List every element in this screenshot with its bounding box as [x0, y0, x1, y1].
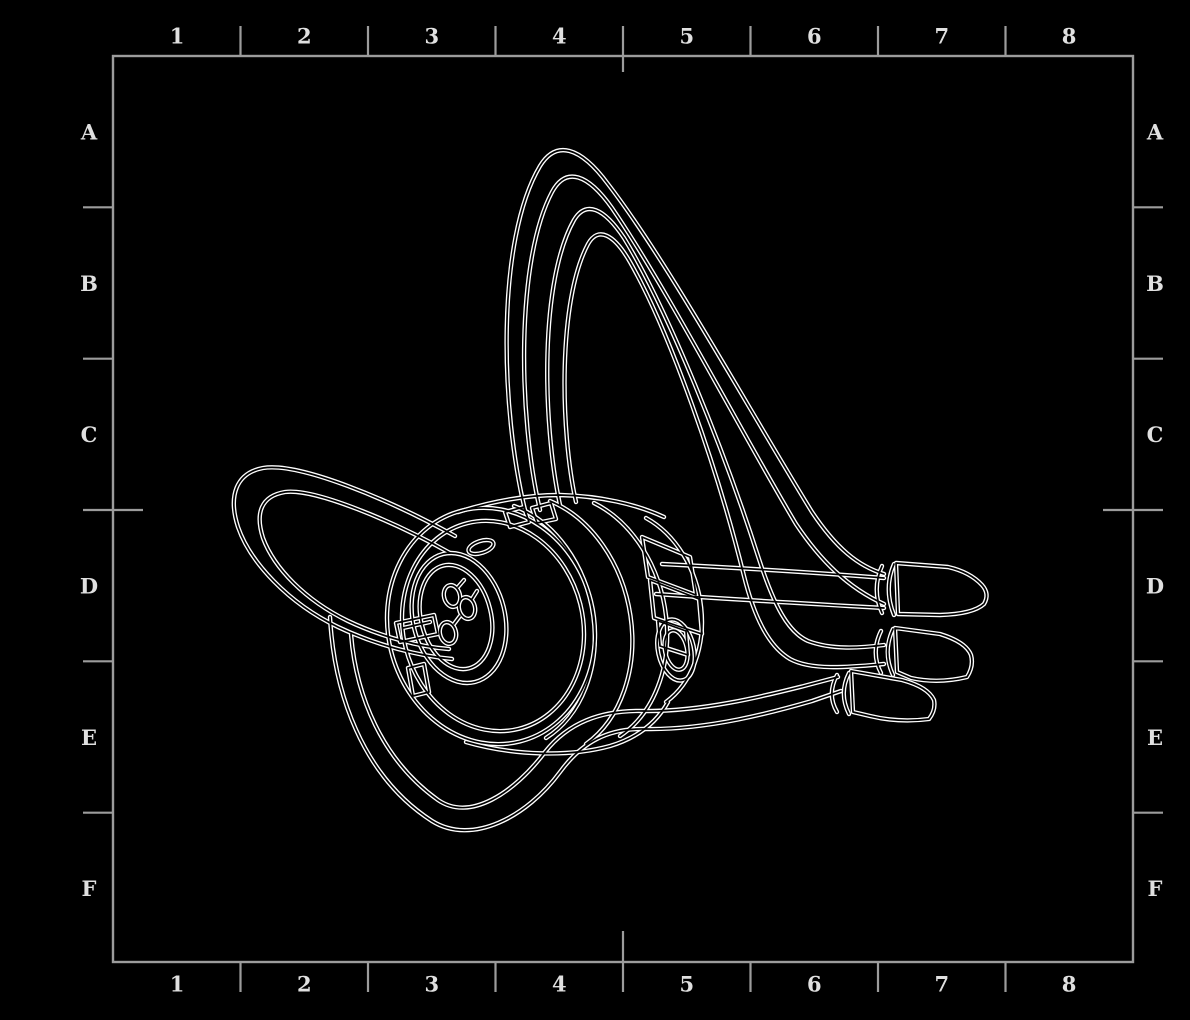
drawing-sheet: 1 1 2 2 3 3 4 4 5 5 6 6 7 7 8 8 A A B B C C D D E E F F	[0, 0, 1190, 1020]
col-label-bottom-6: 6	[807, 972, 822, 997]
drafting-sheet-svg: 1 1 2 2 3 3 4 4 5 5 6 6 7 7 8 8 A A B B C C D D E E F F	[0, 0, 1190, 1020]
col-label-top-8: 8	[1062, 24, 1077, 49]
row-label-right-C: C	[1147, 422, 1164, 447]
grid-labels: 1 1 2 2 3 3 4 4 5 5 6 6 7 7 8 8 A A B B C C D D E E F F	[80, 24, 1164, 997]
col-label-top-2: 2	[297, 24, 312, 49]
row-label-left-D: D	[80, 574, 98, 599]
col-label-top-5: 5	[679, 24, 694, 49]
row-label-left-C: C	[81, 422, 98, 447]
drawing-frame	[113, 56, 1133, 962]
row-label-right-D: D	[1146, 574, 1164, 599]
col-label-top-1: 1	[170, 24, 185, 49]
col-label-bottom-5: 5	[679, 972, 694, 997]
drawing-outline-layer	[234, 150, 987, 830]
col-label-bottom-3: 3	[424, 972, 439, 997]
col-label-bottom-2: 2	[297, 972, 312, 997]
col-label-top-6: 6	[807, 24, 822, 49]
col-label-bottom-4: 4	[552, 972, 567, 997]
col-label-bottom-1: 1	[170, 972, 185, 997]
row-label-right-E: E	[1147, 725, 1163, 750]
col-label-top-4: 4	[552, 24, 567, 49]
row-label-left-B: B	[80, 271, 98, 296]
row-label-right-F: F	[1148, 876, 1163, 901]
row-label-right-A: A	[1146, 120, 1164, 145]
technical-drawing	[234, 150, 987, 830]
col-label-top-3: 3	[424, 24, 439, 49]
row-label-left-F: F	[82, 876, 97, 901]
col-label-bottom-8: 8	[1062, 972, 1077, 997]
row-label-left-A: A	[80, 120, 98, 145]
row-label-left-E: E	[81, 725, 97, 750]
col-label-bottom-7: 7	[934, 972, 949, 997]
row-label-right-B: B	[1146, 271, 1164, 296]
col-label-top-7: 7	[934, 24, 949, 49]
grid-ticks	[83, 26, 1163, 992]
drawing-core-layer	[234, 150, 987, 830]
